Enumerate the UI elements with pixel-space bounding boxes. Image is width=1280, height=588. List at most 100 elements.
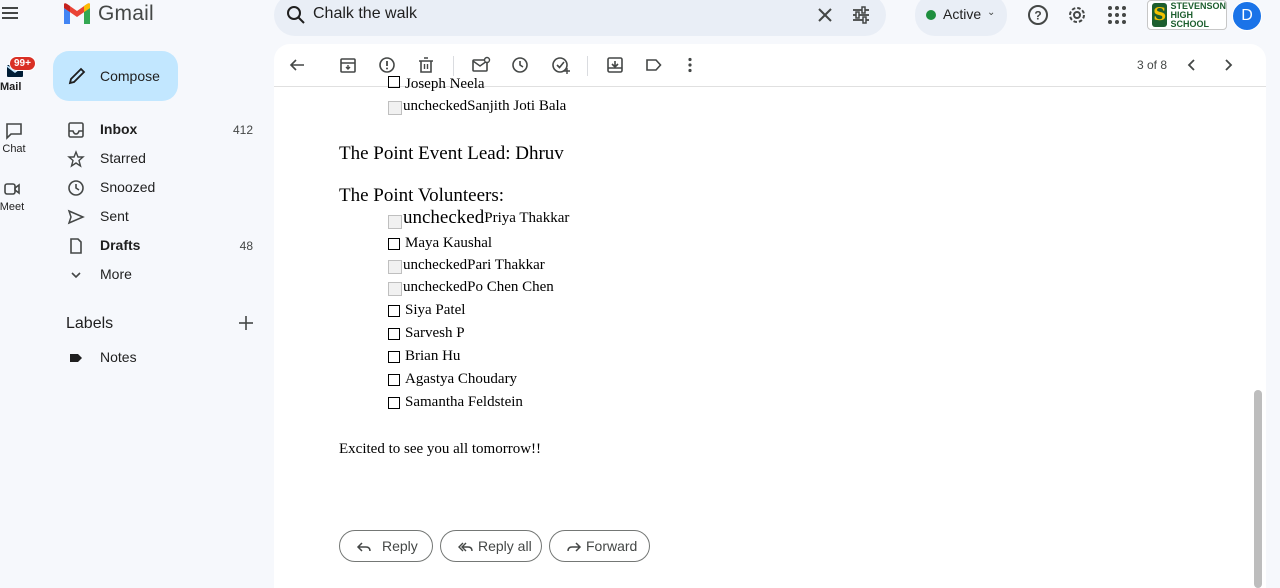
chevron-right-icon[interactable]	[1218, 55, 1238, 75]
unread-badge: 99+	[9, 56, 36, 71]
label-tag-icon	[70, 354, 82, 362]
volunteers-heading: The Point Volunteers:	[339, 185, 505, 206]
video-camera-icon	[4, 183, 20, 195]
chevron-left-icon[interactable]	[1182, 55, 1202, 75]
volunteer-name: Sarvesh P	[405, 325, 465, 341]
draft-file-icon	[70, 238, 82, 254]
settings-gear-icon[interactable]	[1065, 3, 1089, 27]
volunteer-name: Agastya Choudary	[405, 371, 518, 387]
rail-meet[interactable]: Meet	[0, 180, 32, 213]
checkbox-unchecked-icon	[388, 76, 400, 88]
scrollbar[interactable]	[1254, 390, 1262, 588]
account-avatar[interactable]: D	[1232, 1, 1262, 31]
apps-grid-icon[interactable]	[1105, 3, 1129, 27]
event-lead-line: The Point Event Lead: Dhruv	[339, 143, 564, 164]
svg-text:?: ?	[1034, 9, 1041, 23]
status-label: Active	[943, 6, 982, 22]
app-name: Gmail	[98, 2, 154, 25]
toolbar-divider	[453, 56, 454, 76]
reply-icon	[356, 542, 371, 552]
checkbox-unchecked-icon	[388, 304, 400, 317]
label-icon[interactable]	[644, 55, 664, 75]
rail-mail-label: Mail	[0, 81, 22, 93]
list-item: unchecked Sanjith Joti Bala	[388, 98, 566, 115]
label-item-notes[interactable]: Notes	[53, 343, 263, 372]
add-label-icon[interactable]	[237, 314, 255, 332]
toolbar-divider	[587, 56, 588, 76]
list-item: Maya Kaushal	[388, 235, 492, 252]
search-icon[interactable]	[286, 5, 306, 25]
email-body: Joseph Neela unchecked Sanjith Joti Bala …	[274, 76, 1249, 588]
nav-label: Inbox	[100, 121, 138, 137]
list-item: Brian Hu	[388, 348, 460, 365]
search-bar[interactable]: Chalk the walk	[274, 0, 886, 36]
school-name-line2: HIGH SCHOOL	[1170, 9, 1209, 29]
checkbox-unchecked-icon	[388, 373, 400, 386]
main-menu-icon[interactable]	[2, 4, 24, 26]
nav-item-snoozed[interactable]: Snoozed	[53, 173, 263, 202]
broken-image-icon: unchecked	[388, 207, 484, 229]
back-arrow-icon[interactable]	[287, 55, 307, 75]
mark-unread-icon[interactable]	[471, 55, 491, 75]
list-item: unchecked Po Chen Chen	[388, 279, 554, 296]
gmail-m-icon	[64, 3, 90, 24]
compose-label: Compose	[100, 68, 160, 84]
top-bar: Gmail Chalk the walk Active ⌄ ? S STEVEN…	[0, 0, 1280, 36]
list-item: Agastya Choudary	[388, 371, 517, 388]
volunteer-name: Priya Thakkar	[484, 209, 570, 226]
list-item: Sarvesh P	[388, 325, 465, 342]
clock-icon	[68, 180, 84, 196]
nav-count: 48	[239, 239, 253, 253]
chat-icon	[6, 123, 22, 140]
nav-label: Drafts	[100, 237, 141, 253]
rail-meet-label: Meet	[0, 201, 25, 213]
chevron-down-icon: ⌄	[987, 7, 996, 18]
search-options-icon[interactable]	[850, 4, 872, 26]
forward-icon	[567, 542, 582, 552]
pencil-icon	[68, 67, 86, 85]
snooze-clock-icon[interactable]	[510, 55, 530, 75]
nav-item-more[interactable]: More	[53, 260, 263, 289]
reply-label: Reply	[382, 538, 418, 554]
nav-item-drafts[interactable]: Drafts 48	[53, 231, 263, 260]
volunteer-name: Brian Hu	[405, 348, 461, 364]
move-to-icon[interactable]	[605, 55, 625, 75]
nav-label: Starred	[100, 150, 146, 166]
help-icon[interactable]: ?	[1026, 3, 1050, 27]
nav-label: More	[100, 266, 132, 282]
forward-button[interactable]: Forward	[549, 530, 650, 562]
add-task-icon[interactable]	[551, 55, 571, 75]
broken-image-icon: unchecked	[388, 98, 467, 115]
more-vert-icon[interactable]	[680, 55, 700, 75]
volunteer-name: Sanjith Joti Bala	[467, 98, 567, 114]
volunteer-name: Siya Patel	[405, 302, 466, 318]
trash-icon[interactable]	[416, 55, 436, 75]
compose-button[interactable]: Compose	[53, 51, 178, 101]
chevron-down-icon	[71, 272, 81, 279]
broken-image-icon: unchecked	[388, 279, 467, 296]
search-input[interactable]: Chalk the walk	[313, 5, 417, 23]
nav-item-sent[interactable]: Sent	[53, 202, 263, 231]
star-icon	[67, 150, 85, 168]
forward-label: Forward	[586, 538, 638, 554]
checkbox-unchecked-icon	[388, 327, 400, 340]
status-dropdown[interactable]: Active ⌄	[915, 0, 1007, 36]
checkbox-unchecked-icon	[388, 237, 400, 250]
report-spam-icon[interactable]	[377, 55, 397, 75]
clear-search-icon[interactable]	[814, 4, 836, 26]
reply-all-button[interactable]: Reply all	[440, 530, 542, 562]
inbox-icon	[68, 122, 84, 138]
labels-heading: Labels	[66, 315, 114, 332]
gmail-logo[interactable]: Gmail	[62, 2, 154, 26]
nav-item-starred[interactable]: Starred	[53, 144, 263, 173]
rail-chat[interactable]: Chat	[0, 122, 34, 155]
organization-logo[interactable]: S STEVENSON HIGH SCHOOL	[1147, 0, 1227, 30]
nav-item-inbox[interactable]: Inbox 412	[53, 115, 263, 144]
archive-icon[interactable]	[338, 55, 358, 75]
reply-button[interactable]: Reply	[339, 530, 433, 562]
list-item: Samantha Feldstein	[388, 394, 523, 411]
volunteer-name: Po Chen Chen	[467, 279, 554, 295]
broken-image-icon: unchecked	[388, 257, 467, 274]
message-panel: 3 of 8 Joseph Neela unchecked Sanjith Jot…	[274, 44, 1266, 588]
label-name: Notes	[100, 349, 137, 365]
